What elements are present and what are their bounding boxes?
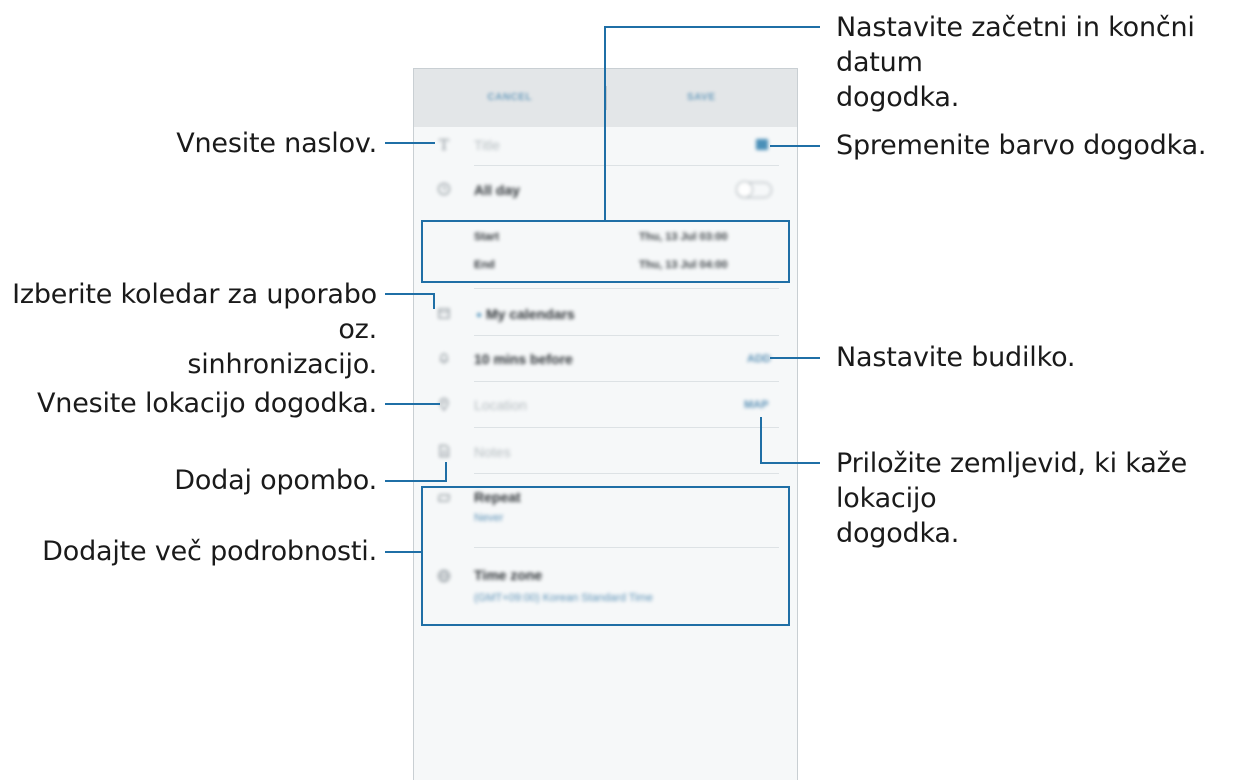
- leader-line: [604, 26, 606, 221]
- leader-line: [770, 357, 820, 359]
- leader-line: [385, 551, 422, 553]
- clock-icon: [436, 182, 452, 198]
- date-range-highlight: [421, 220, 790, 283]
- callout-alarm: Nastavite budilko.: [836, 342, 1076, 373]
- leader-line: [385, 480, 447, 482]
- bell-icon: [436, 351, 452, 367]
- leader-line: [604, 26, 820, 28]
- leader-line: [445, 462, 447, 482]
- leader-line: [433, 293, 435, 309]
- leader-line: [385, 293, 435, 295]
- leader-line: [770, 145, 820, 147]
- callout-line: Izberite koledar za uporabo oz.: [12, 279, 377, 345]
- divider: [474, 427, 779, 428]
- callout-line: Nastavite začetni in končni datum: [836, 12, 1195, 78]
- callout-line: dogodka.: [836, 518, 960, 549]
- leader-line: [385, 403, 440, 405]
- callout-location: Vnesite lokacijo dogodka.: [37, 388, 377, 419]
- divider: [474, 473, 779, 474]
- callout-line: dogodka.: [836, 82, 960, 113]
- save-button[interactable]: SAVE: [606, 69, 798, 127]
- location-pin-icon: [436, 397, 452, 413]
- notes-input[interactable]: Notes: [474, 444, 511, 460]
- divider: [474, 335, 779, 336]
- all-day-toggle[interactable]: [736, 181, 772, 198]
- map-button[interactable]: MAP: [744, 399, 768, 411]
- callout-line: Priložite zemljevid, ki kaže lokacijo: [836, 448, 1187, 514]
- leader-line: [760, 462, 820, 464]
- reminder-value[interactable]: 10 mins before: [474, 351, 573, 367]
- callout-more: Dodajte več podrobnosti.: [42, 536, 377, 567]
- note-icon: [436, 444, 452, 460]
- title-icon: T: [438, 136, 449, 154]
- divider: [474, 288, 779, 289]
- leader-line: [385, 142, 435, 144]
- title-input[interactable]: Title: [474, 137, 500, 153]
- leader-line: [760, 417, 762, 464]
- cancel-button[interactable]: CANCEL: [414, 69, 606, 127]
- callout-map: Priložite zemljevid, ki kaže lokacijo do…: [836, 446, 1255, 551]
- calendar-select[interactable]: My calendars: [486, 306, 575, 322]
- more-details-highlight: [421, 486, 790, 626]
- add-reminder-button[interactable]: ADD: [747, 353, 771, 365]
- calendar-icon: [436, 306, 452, 322]
- divider: [474, 165, 779, 166]
- toggle-knob: [736, 181, 753, 198]
- divider: [474, 381, 779, 382]
- callout-date-range: Nastavite začetni in končni datum dogodk…: [836, 10, 1255, 115]
- event-color-swatch[interactable]: [756, 139, 768, 150]
- callout-line: sinhronizacijo.: [187, 349, 377, 380]
- callout-title: Vnesite naslov.: [176, 128, 377, 159]
- calendar-color-dot: [477, 313, 481, 317]
- all-day-label: All day: [474, 182, 520, 198]
- callout-color: Spremenite barvo dogodka.: [836, 130, 1207, 161]
- callout-calendar: Izberite koledar za uporabo oz. sinhroni…: [0, 277, 377, 382]
- location-input[interactable]: Location: [474, 397, 527, 413]
- callout-note: Dodaj opombo.: [174, 465, 377, 496]
